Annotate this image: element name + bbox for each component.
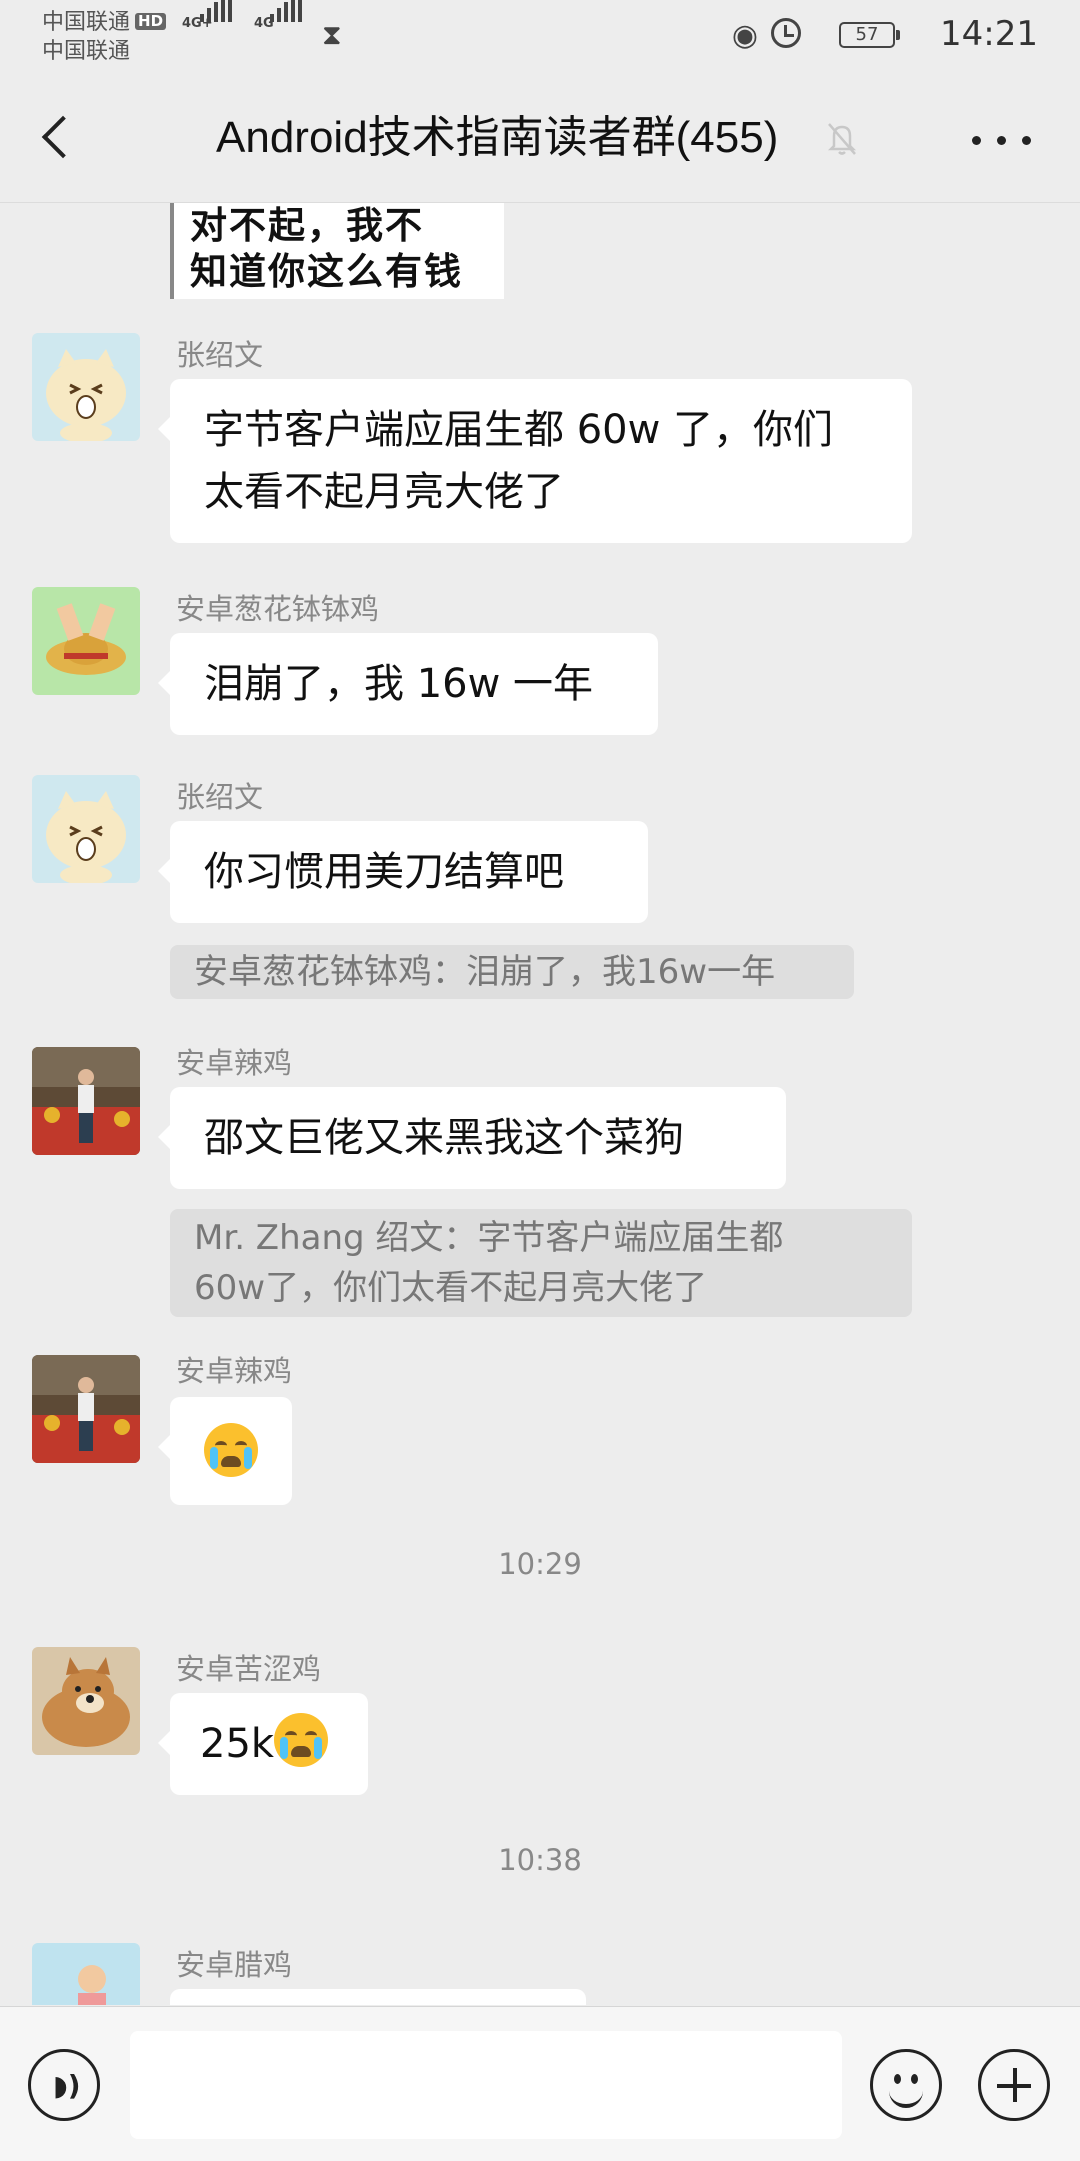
message-text-line-1: 字节客户端应届生都 60w 了，你们 bbox=[204, 407, 834, 453]
avatar[interactable] bbox=[32, 587, 140, 695]
message-text: 25k bbox=[200, 1721, 275, 1767]
avatar[interactable] bbox=[32, 775, 140, 883]
chat-message-list[interactable]: 对不起，我不 知道你这么有钱 张绍文 字节客户端应届生都 60w 了，你们 太看… bbox=[0, 203, 1080, 2005]
message-bubble[interactable] bbox=[170, 1989, 586, 2005]
chat-title: Android技术指南读者群(455) bbox=[216, 113, 779, 162]
message-text: 泪崩了，我 16w 一年 bbox=[204, 661, 594, 707]
message-text: 邵文巨佬又来黑我这个菜狗 bbox=[204, 1115, 684, 1161]
message-bubble[interactable]: 泪崩了，我 16w 一年 bbox=[158, 633, 658, 735]
message-text-line-2: 太看不起月亮大佬了 bbox=[204, 469, 564, 515]
sender-name: 安卓葱花钵钵鸡 bbox=[176, 592, 380, 626]
emoji-button[interactable] bbox=[870, 2049, 942, 2121]
sticker-text-line-1: 对不起，我不 bbox=[190, 204, 424, 247]
chat-header: Android技术指南读者群(455) bbox=[0, 74, 1080, 203]
battery-icon: 57 bbox=[839, 22, 900, 48]
message-bubble[interactable]: 你习惯用美刀结算吧 bbox=[158, 821, 648, 923]
status-time: 14:21 bbox=[940, 14, 1038, 54]
input-toolbar: ◗) bbox=[0, 2006, 1080, 2161]
quote-text-line-2: 60w了，你们太看不起月亮大佬了 bbox=[194, 1268, 708, 1308]
quoted-message[interactable]: 安卓葱花钵钵鸡：泪崩了，我16w一年 bbox=[170, 945, 854, 999]
quoted-message[interactable]: Mr. Zhang 绍文：字节客户端应届生都 60w了，你们太看不起月亮大佬了 bbox=[170, 1209, 912, 1317]
crying-face-icon bbox=[204, 1423, 258, 1477]
avatar[interactable] bbox=[32, 1943, 140, 2005]
avatar[interactable] bbox=[32, 1647, 140, 1755]
avatar[interactable] bbox=[32, 333, 140, 441]
more-functions-button[interactable] bbox=[978, 2049, 1050, 2121]
voice-input-button[interactable]: ◗) bbox=[28, 2049, 100, 2121]
muted-bell-icon bbox=[822, 118, 862, 158]
message-bubble[interactable]: 25k bbox=[158, 1693, 368, 1795]
carrier-info: 中国联通 HD 中国联通 bbox=[42, 8, 167, 66]
eye-icon: ◉ bbox=[731, 18, 758, 53]
sender-name: 张绍文 bbox=[176, 780, 264, 814]
hd-badge: HD bbox=[135, 13, 167, 30]
voice-wave-icon: ◗) bbox=[53, 2069, 81, 2102]
back-button[interactable] bbox=[34, 110, 84, 170]
message-text: 你习惯用美刀结算吧 bbox=[204, 849, 564, 895]
sender-name: 安卓腊鸡 bbox=[176, 1948, 293, 1982]
message-input[interactable] bbox=[130, 2031, 842, 2139]
timestamp: 10:29 bbox=[498, 1547, 582, 1581]
message-bubble[interactable] bbox=[158, 1397, 292, 1505]
battery-level: 57 bbox=[855, 24, 879, 45]
avatar[interactable] bbox=[32, 1047, 140, 1155]
more-options-button[interactable] bbox=[972, 122, 1032, 162]
hourglass-icon: ⧗ bbox=[322, 18, 342, 51]
alarm-icon bbox=[771, 18, 801, 48]
sticker-text-line-2: 知道你这么有钱 bbox=[190, 250, 463, 293]
quote-text: 安卓葱花钵钵鸡：泪崩了，我16w一年 bbox=[194, 952, 776, 992]
timestamp: 10:38 bbox=[498, 1843, 582, 1877]
crying-face-icon bbox=[274, 1713, 329, 1767]
sender-name: 安卓辣鸡 bbox=[176, 1046, 293, 1080]
sender-name: 安卓苦涩鸡 bbox=[176, 1652, 322, 1686]
status-bar: 中国联通 HD 中国联通 4G+ 4G ⧗ ◉ 57 14:21 bbox=[0, 0, 1080, 74]
sticker-image[interactable]: 对不起，我不 知道你这么有钱 bbox=[170, 203, 504, 299]
message-bubble[interactable]: 邵文巨佬又来黑我这个菜狗 bbox=[158, 1087, 786, 1189]
sender-name: 张绍文 bbox=[176, 338, 264, 372]
avatar[interactable] bbox=[32, 1355, 140, 1463]
sender-name: 安卓辣鸡 bbox=[176, 1354, 293, 1388]
quote-text-line-1: Mr. Zhang 绍文：字节客户端应届生都 bbox=[194, 1218, 784, 1258]
carrier-1: 中国联通 bbox=[42, 10, 131, 35]
message-bubble[interactable]: 字节客户端应届生都 60w 了，你们 太看不起月亮大佬了 bbox=[158, 379, 912, 543]
carrier-2: 中国联通 bbox=[42, 39, 131, 64]
